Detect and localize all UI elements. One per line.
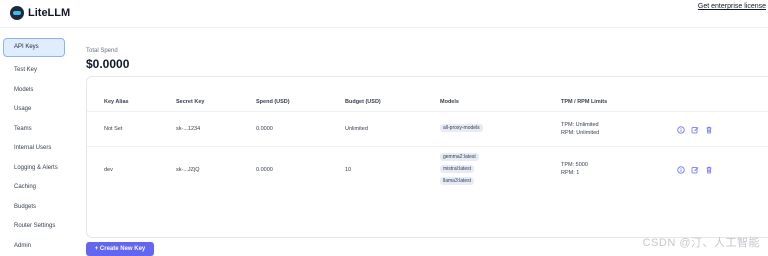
sidebar-item-admin[interactable]: Admin xyxy=(0,237,70,256)
sidebar-item-models[interactable]: Models xyxy=(0,81,70,101)
row-1-trash-icon[interactable] xyxy=(705,126,713,134)
row-2-budget: 10 xyxy=(345,167,352,173)
create-new-key-button[interactable]: + Create New Key xyxy=(86,242,154,256)
sidebar-item-caching[interactable]: Caching xyxy=(0,178,70,198)
row-1-edit-icon[interactable] xyxy=(691,126,699,134)
row-1-model-badge: all-proxy-models xyxy=(440,124,483,132)
header-tpm-rpm: TPM / RPM Limits xyxy=(561,99,608,105)
watermark-text: CSDN @汀、人工智能 xyxy=(642,237,760,249)
row-1-budget: Unlimited xyxy=(345,126,368,132)
total-spend-value: $0.0000 xyxy=(86,57,130,71)
sidebar-item-usage[interactable]: Usage xyxy=(0,100,70,120)
row-2-info-icon[interactable] xyxy=(677,166,685,174)
total-spend-label: Total Spend xyxy=(86,48,118,54)
header-divider xyxy=(87,111,768,112)
top-bar: LiteLLM Get enterprise license xyxy=(0,0,768,28)
row-2-spend: 0.0000 xyxy=(256,167,273,173)
row-2-tpm: TPM: 5000 xyxy=(561,162,588,168)
row-1-key-alias: Not Set xyxy=(104,126,123,132)
row-1-rpm: RPM: Unlimited xyxy=(561,130,600,136)
row-2-secret-key: sk-...JZjQ xyxy=(176,167,200,173)
app-logo[interactable]: LiteLLM xyxy=(10,6,70,20)
main-content: Total Spend $0.0000 Key Alias Secret Key… xyxy=(86,28,768,256)
sidebar-item-internal-users[interactable]: Internal Users xyxy=(0,139,70,159)
header-secret-key: Secret Key xyxy=(176,99,205,105)
sidebar-item-logging-alerts[interactable]: Logging & Alerts xyxy=(0,159,70,179)
app-name: LiteLLM xyxy=(28,7,71,19)
header-key-alias: Key Alias xyxy=(104,99,129,105)
row-2-edit-icon[interactable] xyxy=(691,166,699,174)
keys-table-card: Key Alias Secret Key Spend (USD) Budget … xyxy=(86,76,768,238)
sidebar-item-test-key[interactable]: Test Key xyxy=(0,61,70,81)
row-2-key-alias: dev xyxy=(104,167,113,173)
row-2-model-badge: mistral:latest xyxy=(440,165,475,173)
litellm-logo-icon xyxy=(10,6,24,20)
header-budget: Budget (USD) xyxy=(345,99,381,105)
row-1-tpm: TPM: Unlimited xyxy=(561,122,599,128)
row-2-trash-icon[interactable] xyxy=(705,166,713,174)
sidebar-item-api-keys[interactable]: API Keys xyxy=(3,38,65,57)
header-spend: Spend (USD) xyxy=(256,99,290,105)
row-1-spend: 0.0000 xyxy=(256,126,273,132)
row-1-secret-key: sk-...1234 xyxy=(176,126,201,132)
row-2-rpm: RPM: 1 xyxy=(561,170,580,176)
sidebar-item-teams[interactable]: Teams xyxy=(0,120,70,140)
sidebar-item-budgets[interactable]: Budgets xyxy=(0,198,70,218)
row-2-model-badge: llama3:latest xyxy=(440,177,475,185)
row-1-info-icon[interactable] xyxy=(677,126,685,134)
row-2-model-badge: gemma2:latest xyxy=(440,153,479,161)
enterprise-license-link[interactable]: Get enterprise license xyxy=(698,3,766,10)
sidebar: API Keys Test Key Models Usage Teams Int… xyxy=(0,28,70,256)
header-models: Models xyxy=(440,99,459,105)
row-divider xyxy=(87,146,768,147)
sidebar-item-router-settings[interactable]: Router Settings xyxy=(0,217,70,237)
